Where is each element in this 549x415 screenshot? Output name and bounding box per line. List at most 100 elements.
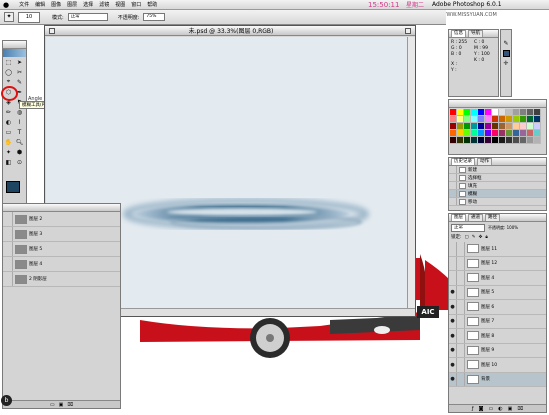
color-swatch[interactable] — [485, 116, 492, 123]
color-swatch[interactable] — [506, 109, 513, 116]
layer-name[interactable]: 背景 — [481, 376, 490, 382]
visibility-eye-icon[interactable] — [449, 242, 457, 256]
color-swatch[interactable] — [478, 137, 485, 144]
history-item[interactable]: 新建 — [449, 166, 546, 174]
menu-item[interactable]: 编辑 — [35, 1, 45, 8]
tab-info[interactable]: 信息 — [451, 30, 466, 37]
color-swatch[interactable] — [485, 130, 492, 137]
color-swatch[interactable] — [450, 116, 457, 123]
link-icon[interactable] — [457, 285, 465, 299]
layer-row[interactable]: ● 图层 9 — [449, 343, 546, 358]
menu-item[interactable]: 文件 — [19, 1, 29, 8]
color-swatch[interactable] — [457, 109, 464, 116]
color-swatch[interactable] — [492, 116, 499, 123]
close-box-icon[interactable] — [49, 28, 55, 34]
secondary-layer-row[interactable]: 2 阴影层 — [3, 272, 120, 287]
color-swatch[interactable] — [513, 116, 520, 123]
layer-name[interactable]: 图层 5 — [481, 289, 494, 295]
color-swatch[interactable] — [499, 109, 506, 116]
history-item[interactable]: 模糊 — [449, 190, 546, 198]
tab-layers[interactable]: 图层 — [451, 214, 466, 221]
visibility-eye-icon[interactable] — [449, 256, 457, 270]
tool-preset-icon[interactable]: ✦ — [4, 12, 14, 22]
color-swatch[interactable] — [527, 130, 534, 137]
layer-name[interactable]: 图层 9 — [481, 347, 494, 353]
notes-icon[interactable]: ✦ — [3, 147, 14, 157]
color-swatch[interactable] — [513, 123, 520, 130]
lock-all-icon[interactable]: 🔒︎ — [485, 234, 487, 240]
layer-name[interactable]: 图层 11 — [481, 246, 497, 252]
swatch-grid[interactable] — [450, 109, 545, 154]
link-icon[interactable] — [457, 372, 465, 386]
color-swatch[interactable] — [506, 123, 513, 130]
marquee-icon[interactable]: ⬚ — [3, 57, 14, 67]
color-swatch[interactable] — [464, 109, 471, 116]
crosshair-icon[interactable]: ✛ — [503, 60, 508, 67]
color-swatch[interactable] — [520, 130, 527, 137]
zoom-icon[interactable]: ⊙ — [14, 157, 25, 167]
vertical-scrollbar[interactable] — [407, 37, 415, 309]
color-swatch[interactable] — [471, 123, 478, 130]
color-swatch[interactable] — [499, 137, 506, 144]
color-sample-icon[interactable] — [502, 50, 510, 57]
layer-row[interactable]: ● 图层 6 — [449, 300, 546, 315]
color-swatch[interactable] — [457, 137, 464, 144]
menu-item[interactable]: 窗口 — [131, 1, 141, 8]
blend-mode-dropdown[interactable]: 正常 — [451, 224, 485, 232]
link-icon[interactable] — [457, 242, 465, 256]
visibility-eye-icon[interactable] — [3, 227, 13, 241]
color-swatch[interactable] — [464, 123, 471, 130]
history-brush-source-icon[interactable] — [449, 166, 457, 173]
new-layer-icon[interactable]: ▣ — [508, 406, 513, 412]
history-item[interactable]: 选择框 — [449, 174, 546, 182]
path-select-icon[interactable]: ▭ — [3, 127, 14, 137]
visibility-eye-icon[interactable]: ● — [449, 372, 457, 386]
history-brush-source-icon[interactable] — [449, 174, 457, 181]
color-swatch[interactable] — [499, 130, 506, 137]
color-swatch[interactable] — [499, 116, 506, 123]
mask-icon[interactable]: ◙ — [479, 406, 484, 412]
color-swatch[interactable] — [457, 123, 464, 130]
color-swatch[interactable] — [534, 130, 541, 137]
color-swatch[interactable] — [492, 123, 499, 130]
link-icon[interactable] — [457, 314, 465, 328]
color-swatch[interactable] — [506, 137, 513, 144]
swatches-titlebar[interactable] — [449, 100, 546, 108]
color-swatch[interactable] — [499, 123, 506, 130]
visibility-eye-icon[interactable]: ● — [449, 329, 457, 343]
color-swatch[interactable] — [471, 116, 478, 123]
help-circle-icon[interactable]: b — [1, 395, 12, 406]
color-swatch[interactable] — [527, 116, 534, 123]
color-swatch[interactable] — [506, 116, 513, 123]
tab-history[interactable]: 历史记录 — [451, 158, 475, 165]
color-swatch[interactable] — [485, 123, 492, 130]
history-item[interactable]: 移动 — [449, 198, 546, 206]
link-icon[interactable] — [457, 343, 465, 357]
visibility-eye-icon[interactable]: ● — [449, 314, 457, 328]
color-swatch[interactable] — [457, 130, 464, 137]
color-swatch[interactable] — [450, 109, 457, 116]
visibility-eye-icon[interactable]: ● — [449, 343, 457, 357]
toolbox-titlebar[interactable] — [3, 41, 26, 49]
visibility-eye-icon[interactable] — [3, 272, 13, 286]
layer-row[interactable]: ● 背景 — [449, 372, 546, 387]
opacity-field[interactable]: 75% — [143, 13, 166, 21]
zoom-box-icon[interactable] — [405, 28, 411, 34]
visibility-eye-icon[interactable] — [449, 271, 457, 285]
eyedropper-icon[interactable]: ⬢ — [14, 147, 25, 157]
color-swatch[interactable] — [534, 123, 541, 130]
layer-row[interactable]: ● 图层 8 — [449, 329, 546, 344]
color-swatch[interactable] — [464, 116, 471, 123]
layer-row[interactable]: 图层 12 — [449, 256, 546, 271]
tab-paths[interactable]: 路径 — [485, 214, 500, 221]
color-swatch[interactable] — [527, 137, 534, 144]
link-icon[interactable] — [457, 329, 465, 343]
layer-name[interactable]: 图层 12 — [481, 260, 497, 266]
mode-dropdown[interactable]: 正常 — [67, 13, 108, 21]
color-swatch[interactable] — [464, 130, 471, 137]
color-swatch[interactable] — [534, 109, 541, 116]
color-swatch[interactable] — [520, 116, 527, 123]
color-swatch[interactable] — [457, 116, 464, 123]
color-swatch[interactable] — [478, 130, 485, 137]
secondary-layer-row[interactable]: 图层 3 — [3, 227, 120, 242]
